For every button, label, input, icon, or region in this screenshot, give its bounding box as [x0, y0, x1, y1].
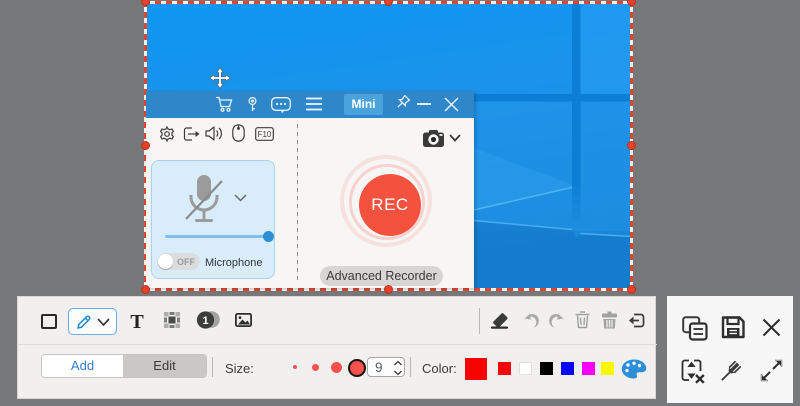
svg-text:F10: F10	[258, 130, 272, 139]
svg-text:1: 1	[202, 315, 208, 327]
